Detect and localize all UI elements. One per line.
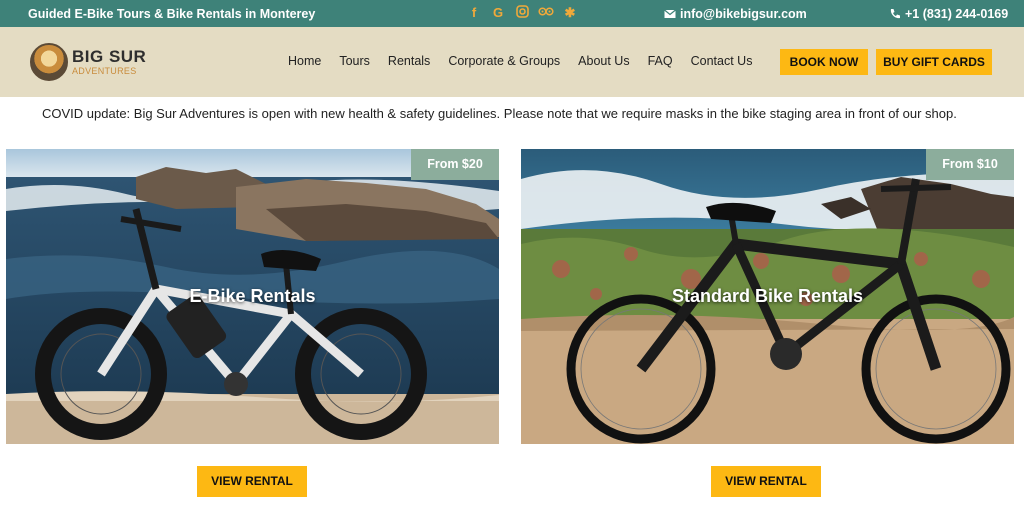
price-badge: From $20 bbox=[411, 149, 499, 180]
logo-line2: ADVENTURES bbox=[72, 66, 137, 76]
social-links: f G ✱ bbox=[466, 5, 578, 21]
google-icon[interactable]: G bbox=[490, 5, 506, 21]
price-badge: From $10 bbox=[926, 149, 1014, 180]
nav-contact-us[interactable]: Contact Us bbox=[691, 54, 753, 68]
ebike-rental-card[interactable]: From $20 E-Bike Rentals bbox=[6, 149, 499, 444]
main-nav: Home Tours Rentals Corporate & Groups Ab… bbox=[288, 54, 770, 68]
envelope-icon bbox=[664, 9, 676, 18]
nav-about-us[interactable]: About Us bbox=[578, 54, 629, 68]
nav-home[interactable]: Home bbox=[288, 54, 321, 68]
card-title[interactable]: Standard Bike Rentals bbox=[521, 286, 1014, 307]
email-link[interactable]: info@bikebigsur.com bbox=[664, 7, 807, 21]
logo-text: BIG SUR ADVENTURES bbox=[72, 48, 146, 76]
phone-link[interactable]: +1 (831) 244-0169 bbox=[889, 7, 1008, 21]
site-header: BIG SUR ADVENTURES Home Tours Rentals Co… bbox=[0, 27, 1024, 97]
phone-icon bbox=[890, 9, 900, 19]
book-now-button[interactable]: BOOK NOW bbox=[780, 49, 868, 75]
top-bar: Guided E-Bike Tours & Bike Rentals in Mo… bbox=[0, 0, 1024, 27]
standard-bike-rental-card[interactable]: From $10 Standard Bike Rentals bbox=[521, 149, 1014, 444]
view-ebike-rental-button[interactable]: VIEW RENTAL bbox=[197, 466, 307, 497]
buy-gift-cards-button[interactable]: BUY GIFT CARDS bbox=[876, 49, 992, 75]
yelp-icon[interactable]: ✱ bbox=[562, 5, 578, 21]
tagline: Guided E-Bike Tours & Bike Rentals in Mo… bbox=[28, 7, 316, 21]
nav-corporate-groups[interactable]: Corporate & Groups bbox=[448, 54, 560, 68]
card-title[interactable]: E-Bike Rentals bbox=[6, 286, 499, 307]
phone-text: +1 (831) 244-0169 bbox=[905, 7, 1009, 21]
logo-badge bbox=[30, 43, 68, 81]
covid-notice: COVID update: Big Sur Adventures is open… bbox=[42, 106, 957, 121]
instagram-icon[interactable] bbox=[514, 5, 530, 21]
email-text: info@bikebigsur.com bbox=[680, 7, 807, 21]
logo-line1: BIG SUR bbox=[72, 47, 147, 66]
tripadvisor-icon[interactable] bbox=[538, 5, 554, 21]
nav-tours[interactable]: Tours bbox=[339, 54, 370, 68]
logo[interactable]: BIG SUR ADVENTURES bbox=[30, 43, 146, 81]
nav-rentals[interactable]: Rentals bbox=[388, 54, 430, 68]
nav-faq[interactable]: FAQ bbox=[648, 54, 673, 68]
view-standard-bike-rental-button[interactable]: VIEW RENTAL bbox=[711, 466, 821, 497]
facebook-icon[interactable]: f bbox=[466, 5, 482, 21]
